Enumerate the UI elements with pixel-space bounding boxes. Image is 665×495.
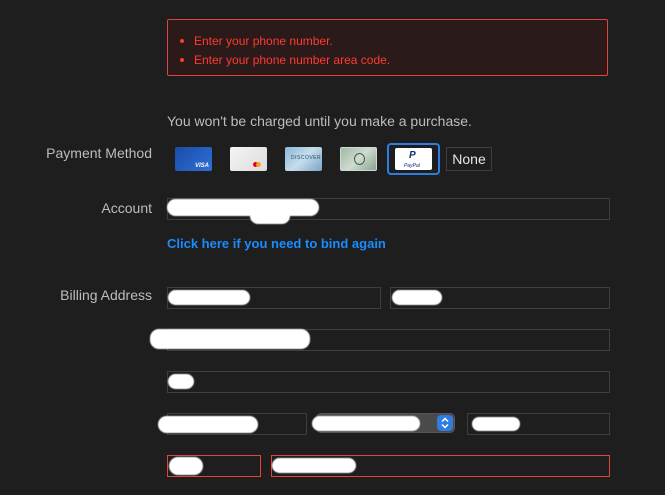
rebind-link[interactable]: Click here if you need to bind again	[167, 236, 386, 251]
account-label: Account	[101, 200, 152, 216]
street-address-2-field[interactable]	[167, 371, 610, 393]
redaction	[312, 416, 420, 431]
billing-address-label: Billing Address	[60, 287, 152, 303]
select-stepper-icon	[437, 415, 453, 431]
paypal-card: P PayPal	[395, 148, 432, 170]
visa-card-option[interactable]: VISA	[175, 147, 212, 171]
error-item-area-code: Enter your phone number area code.	[178, 51, 390, 70]
redaction	[150, 329, 310, 349]
payment-method-label: Payment Method	[46, 145, 152, 161]
none-payment-option[interactable]: None	[446, 147, 492, 171]
redaction	[167, 199, 319, 216]
paypal-card-option[interactable]: P PayPal	[387, 143, 440, 175]
redaction	[392, 290, 442, 305]
amex-card-option[interactable]	[340, 147, 377, 171]
mastercard-logo-icon	[256, 162, 261, 167]
bullet-icon	[180, 39, 184, 43]
redaction	[250, 208, 290, 224]
error-item-phone: Enter your phone number.	[178, 32, 390, 51]
paypal-card-text: PayPal	[404, 163, 420, 169]
visa-card-text: VISA	[194, 163, 209, 169]
error-box: Enter your phone number. Enter your phon…	[167, 19, 608, 76]
redaction	[272, 458, 356, 473]
redaction	[168, 374, 194, 389]
error-text-area-code: Enter your phone number area code.	[194, 53, 391, 67]
error-list: Enter your phone number. Enter your phon…	[178, 32, 390, 70]
amex-logo-icon	[354, 153, 365, 165]
redaction	[169, 457, 203, 475]
error-text-phone: Enter your phone number.	[194, 34, 333, 48]
redaction	[472, 417, 520, 431]
redaction	[168, 290, 250, 305]
payment-form: Enter your phone number. Enter your phon…	[0, 0, 665, 495]
paypal-logo-icon: P	[409, 150, 416, 161]
bullet-icon	[180, 58, 184, 62]
mastercard-card-option[interactable]	[230, 147, 267, 171]
discover-card-option[interactable]: DISCOVER	[285, 147, 322, 171]
chevron-up-down-icon	[441, 417, 449, 429]
discover-card-text: DISCOVER	[291, 155, 322, 161]
charge-notice: You won't be charged until you make a pu…	[167, 113, 472, 129]
redaction	[158, 416, 258, 433]
